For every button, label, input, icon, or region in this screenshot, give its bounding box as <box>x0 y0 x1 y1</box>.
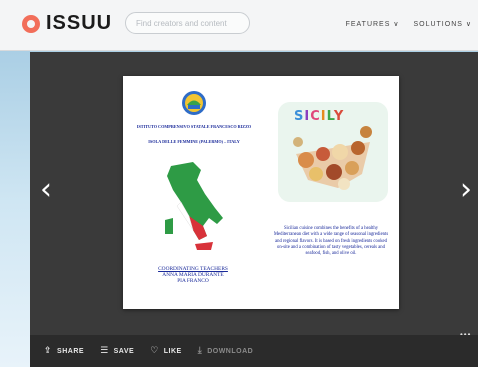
issuu-logo[interactable]: ISSUU <box>22 12 112 35</box>
share-icon: ⇪ <box>44 346 53 356</box>
nav-solutions[interactable]: SOLUTIONS ∨ <box>413 20 472 28</box>
like-label: LIKE <box>163 347 182 355</box>
chevron-left-icon[interactable]: ‹ <box>40 172 52 207</box>
bookmark-icon: ☰ <box>100 346 109 356</box>
school-name: ISTITUTO COMPRENSIVO STATALE FRANCESCO R… <box>136 124 252 129</box>
document-spread[interactable]: ISTITUTO COMPRENSIVO STATALE FRANCESCO R… <box>123 76 399 309</box>
chevron-right-icon[interactable]: › <box>460 172 472 207</box>
issuu-logo-icon <box>22 14 40 33</box>
top-navigation-bar: ISSUU FEATURES ∨ SOLUTIONS ∨ <box>0 0 478 51</box>
search-box[interactable] <box>125 12 250 34</box>
document-reader: ‹ › ISTITUTO COMPRENSIVO STATALE FRANCES… <box>30 52 478 367</box>
download-label: DOWNLOAD <box>207 347 254 355</box>
heart-icon: ♡ <box>150 346 159 356</box>
food-collage-icon <box>293 126 372 190</box>
share-button[interactable]: ⇪ SHARE <box>44 346 84 356</box>
school-emblem-icon <box>182 91 206 115</box>
main-nav: FEATURES ∨ SOLUTIONS ∨ <box>346 20 472 28</box>
download-button[interactable]: ⤓ DOWNLOAD <box>198 346 253 356</box>
coordinating-teachers: COORDINATING TEACHERS ANNA MARIA DURANTE… <box>133 266 253 284</box>
reader-toolbar: ⇪ SHARE ☰ SAVE ♡ LIKE ⤓ DOWNLOAD <box>30 335 478 367</box>
right-page: SICILY Sicilian cuisine combines the ben… <box>261 76 399 309</box>
left-page: ISTITUTO COMPRENSIVO STATALE FRANCESCO R… <box>123 76 261 309</box>
sicilian-cuisine-description: Sicilian cuisine combines the benefits o… <box>273 226 389 257</box>
nav-features[interactable]: FEATURES ∨ <box>346 20 400 28</box>
save-button[interactable]: ☰ SAVE <box>100 346 134 356</box>
teacher-name: PIA FRANCO <box>177 278 209 284</box>
like-button[interactable]: ♡ LIKE <box>150 346 182 356</box>
share-label: SHARE <box>57 347 85 355</box>
search-input[interactable] <box>134 17 238 29</box>
italy-flag-map-icon <box>165 162 223 250</box>
school-location: ISOLA DELLE FEMMINE (PALERMO) – ITALY <box>148 139 240 144</box>
logo-text: ISSUU <box>46 12 113 34</box>
save-label: SAVE <box>113 347 135 355</box>
download-icon: ⤓ <box>197 346 203 356</box>
sicily-food-image: SICILY <box>278 102 388 202</box>
